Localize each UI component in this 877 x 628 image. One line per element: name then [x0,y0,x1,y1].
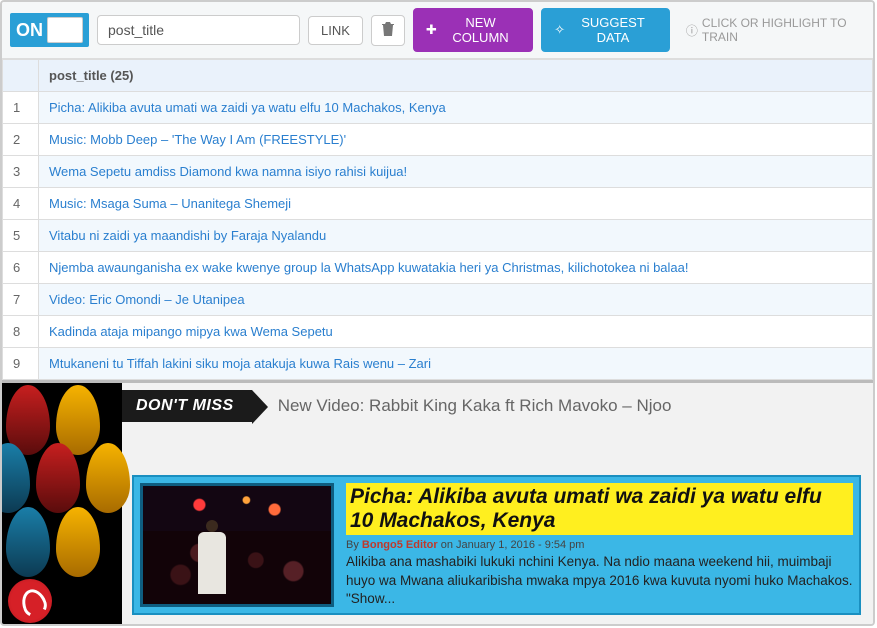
suggest-data-label: SUGGEST DATA [569,15,657,45]
table-row: 6 Njemba awaunganisha ex wake kwenye grou… [3,252,873,284]
table-row: 5 Vitabu ni zaidi ya maandishi by Faraja … [3,220,873,252]
trash-icon [382,22,394,39]
table-row: 8 Kadinda ataja mipango mipya kwa Wema Se… [3,316,873,348]
new-column-label: NEW COLUMN [441,15,520,45]
row-number: 9 [3,348,39,380]
table-row: 2 Music: Mobb Deep – 'The Way I Am (FREES… [3,124,873,156]
table-row: 9 Mtukaneni tu Tiffah lakini siku moja at… [3,348,873,380]
dont-miss-bar: DON'T MISS New Video: Rabbit King Kaka f… [122,389,868,423]
post-link[interactable]: Wema Sepetu amdiss Diamond kwa namna isi… [49,164,407,179]
row-cell: Njemba awaunganisha ex wake kwenye group… [39,252,873,284]
page-preview: DON'T MISS New Video: Rabbit King Kaka f… [2,380,873,626]
post-link[interactable]: Picha: Alikiba avuta umati wa zaidi ya w… [49,100,446,115]
helper-text: ⓘ CLICK OR HIGHLIGHT TO TRAIN [686,16,865,44]
row-number: 4 [3,188,39,220]
article-body: Picha: Alikiba avuta umati wa zaidi ya w… [346,483,853,607]
header-blank [3,60,39,92]
row-number: 5 [3,220,39,252]
row-cell: Video: Eric Omondi – Je Utanipea [39,284,873,316]
row-number: 3 [3,156,39,188]
column-header[interactable]: post_title (25) [39,60,873,92]
row-cell: Vitabu ni zaidi ya maandishi by Faraja N… [39,220,873,252]
toggle-on[interactable]: ON [10,13,89,47]
post-link[interactable]: Music: Mobb Deep – 'The Way I Am (FREEST… [49,132,346,147]
table-row: 3 Wema Sepetu amdiss Diamond kwa namna is… [3,156,873,188]
row-number: 8 [3,316,39,348]
helper-label: CLICK OR HIGHLIGHT TO TRAIN [702,16,865,44]
post-link[interactable]: Vitabu ni zaidi ya maandishi by Faraja N… [49,228,326,243]
site-logo [8,579,52,623]
toggle-label: ON [16,20,43,41]
post-link[interactable]: Video: Eric Omondi – Je Utanipea [49,292,245,307]
new-column-button[interactable]: ✚ NEW COLUMN [413,8,533,52]
post-link[interactable]: Mtukaneni tu Tiffah lakini siku moja ata… [49,356,431,371]
article-date: January 1, 2016 - 9:54 pm [456,539,584,551]
article-title[interactable]: Picha: Alikiba avuta umati wa zaidi ya w… [346,483,853,535]
article-author[interactable]: Bongo5 Editor [362,539,438,551]
by-prefix: By [346,539,362,551]
post-link[interactable]: Kadinda ataja mipango mipya kwa Wema Sep… [49,324,333,339]
post-link[interactable]: Music: Msaga Suma – Unanitega Shemeji [49,196,291,211]
on-text: on [438,539,456,551]
article-card[interactable]: Picha: Alikiba avuta umati wa zaidi ya w… [132,475,861,615]
suggest-data-button[interactable]: ✧ SUGGEST DATA [541,8,670,52]
row-cell: Wema Sepetu amdiss Diamond kwa namna isi… [39,156,873,188]
article-thumbnail [140,483,334,607]
link-button[interactable]: LINK [308,16,363,45]
row-cell: Music: Mobb Deep – 'The Way I Am (FREEST… [39,124,873,156]
row-cell: Mtukaneni tu Tiffah lakini siku moja ata… [39,348,873,380]
dont-miss-headline[interactable]: New Video: Rabbit King Kaka ft Rich Mavo… [278,396,672,416]
row-number: 1 [3,92,39,124]
table-row: 1 Picha: Alikiba avuta umati wa zaidi ya … [3,92,873,124]
table-row: 4 Music: Msaga Suma – Unanitega Shemeji [3,188,873,220]
row-cell: Music: Msaga Suma – Unanitega Shemeji [39,188,873,220]
toolbar: ON LINK ✚ NEW COLUMN ✧ SUGGEST DATA ⓘ CL… [2,2,873,59]
dont-miss-badge: DON'T MISS [122,390,252,422]
delete-button[interactable] [371,15,405,46]
column-name-input[interactable] [97,15,300,45]
site-pattern [2,383,122,626]
article-excerpt: Alikiba ana mashabiki lukuki nchini Keny… [346,553,853,608]
post-link[interactable]: Njemba awaunganisha ex wake kwenye group… [49,260,689,275]
table-row: 7 Video: Eric Omondi – Je Utanipea [3,284,873,316]
info-icon: ⓘ [686,22,698,39]
article-byline: By Bongo5 Editor on January 1, 2016 - 9:… [346,539,853,551]
data-table: post_title (25) 1 Picha: Alikiba avuta um… [2,59,873,380]
row-cell: Kadinda ataja mipango mipya kwa Wema Sep… [39,316,873,348]
wand-icon: ✧ [554,22,565,38]
plus-icon: ✚ [426,22,437,38]
row-cell: Picha: Alikiba avuta umati wa zaidi ya w… [39,92,873,124]
toggle-handle [47,17,83,43]
row-number: 2 [3,124,39,156]
row-number: 6 [3,252,39,284]
row-number: 7 [3,284,39,316]
